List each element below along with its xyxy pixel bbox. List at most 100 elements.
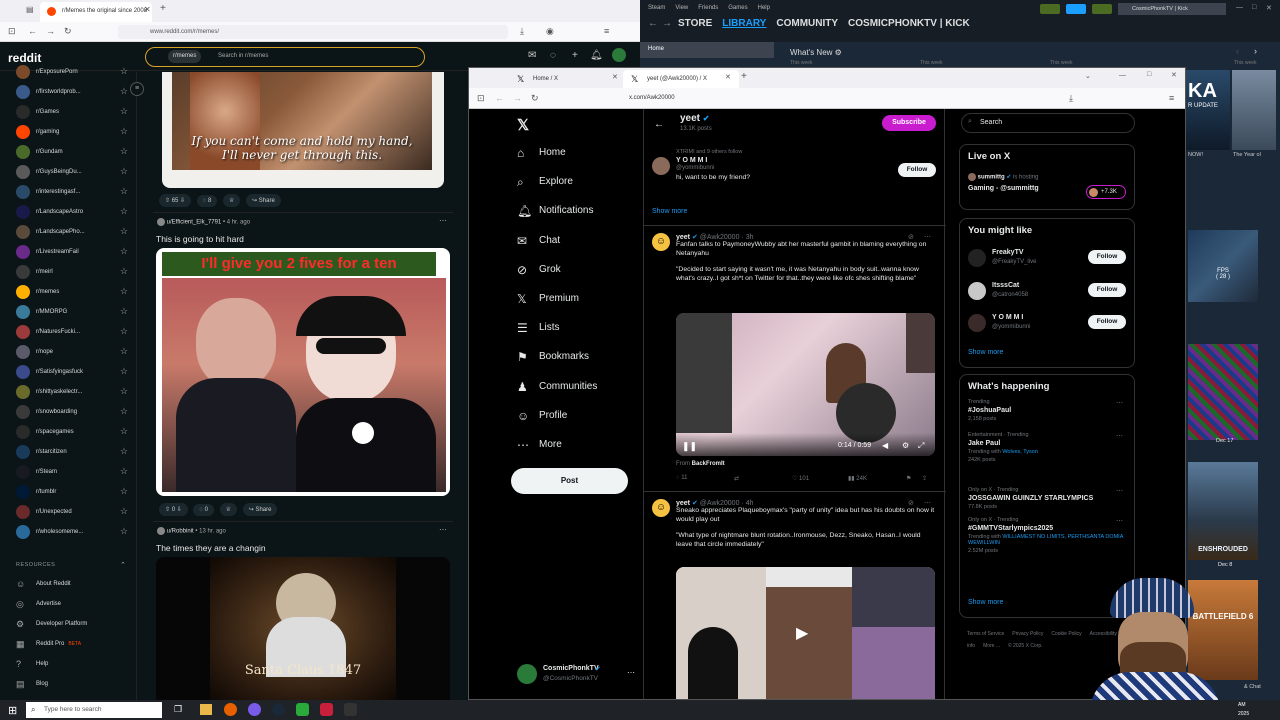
sidebar-item-subreddit[interactable]: r/NaturesFucki... ☆	[16, 325, 128, 339]
show-more-link[interactable]: Show more	[968, 349, 1003, 356]
favorite-star-icon[interactable]: ☆	[120, 66, 128, 77]
sidebar-toggle-icon[interactable]: ⊡	[8, 26, 16, 37]
show-more-link[interactable]: Show more	[968, 599, 1003, 606]
download-icon[interactable]: ⤓	[520, 26, 524, 37]
favorite-star-icon[interactable]: ☆	[120, 126, 128, 137]
favorite-star-icon[interactable]: ☆	[120, 346, 128, 357]
library-home-button[interactable]: Home	[640, 42, 774, 58]
pause-icon[interactable]: ❚❚	[682, 441, 697, 452]
fullscreen-icon[interactable]: ⤢	[918, 441, 924, 451]
minimize-icon[interactable]: —	[1236, 4, 1243, 11]
sidebar-item-subreddit[interactable]: r/Satisfyingasfuck ☆	[16, 365, 128, 379]
post-title[interactable]: This is going to hit hard	[156, 234, 244, 244]
sidebar-item-subreddit[interactable]: r/snowboarding ☆	[16, 405, 128, 419]
nav-chat[interactable]: ✉ Chat	[517, 233, 560, 251]
favorite-star-icon[interactable]: ☆	[120, 466, 128, 477]
trend-item[interactable]: Only on X · Trending #GMMTVStarlympics202…	[968, 517, 1128, 554]
favorite-star-icon[interactable]: ☆	[120, 286, 128, 297]
close-tab-icon[interactable]: ✕	[725, 73, 731, 81]
sidebar-item-subreddit[interactable]: r/Unexpected ☆	[16, 505, 128, 519]
close-icon[interactable]: ✕	[1266, 4, 1272, 12]
tweet[interactable]: ☺ yeet ✔ @Awk20000 · 4h ⊘ ⋯ Sneako appre…	[652, 499, 942, 549]
sidebar-item-subreddit[interactable]: r/ExposurePorn ☆	[16, 65, 128, 79]
sidebar-item-subreddit[interactable]: r/nope ☆	[16, 345, 128, 359]
maximize-icon[interactable]: □	[1252, 4, 1256, 11]
follow-button[interactable]: Follow	[1088, 250, 1126, 264]
app-icon[interactable]	[320, 703, 333, 716]
post-image[interactable]: I'll give you 2 fives for a ten	[156, 248, 450, 496]
prev-icon[interactable]: ‹	[1236, 46, 1239, 56]
reload-icon[interactable]: ↻	[64, 26, 72, 37]
game-tile[interactable]	[1232, 70, 1276, 150]
live-space-title[interactable]: Gaming - @summittg	[968, 185, 1039, 192]
notifications-icon[interactable]: 🔔︎	[590, 50, 603, 61]
file-explorer-icon[interactable]	[200, 704, 212, 715]
bookmark-icon[interactable]: ⚑	[906, 475, 911, 482]
follow-button[interactable]: Follow	[898, 163, 936, 177]
taskbar-clock[interactable]: AM	[1238, 702, 1246, 708]
comments-button[interactable]: ◌ 8	[196, 195, 218, 207]
menu-icon[interactable]: ≡	[1169, 93, 1174, 103]
menu-icon[interactable]: ≡	[604, 26, 609, 36]
new-tab-icon[interactable]: +	[160, 3, 166, 14]
listener-count[interactable]: +7.3K	[1086, 185, 1126, 199]
sidebar-item-subreddit[interactable]: r/shittyaskelectr... ☆	[16, 385, 128, 399]
post-image[interactable]: If you can't come and hold my hand, I'll…	[162, 72, 444, 188]
favorite-star-icon[interactable]: ☆	[120, 486, 128, 497]
sidebar-item-subreddit[interactable]: r/spacegames ☆	[16, 425, 128, 439]
sidebar-item-subreddit[interactable]: r/meirl ☆	[16, 265, 128, 279]
like-button[interactable]: ♡ 101	[792, 475, 809, 482]
favorite-star-icon[interactable]: ☆	[120, 266, 128, 277]
favorite-star-icon[interactable]: ☆	[120, 86, 128, 97]
more-icon[interactable]: ⋯	[627, 668, 635, 677]
tweet-video[interactable]: ▶	[676, 567, 935, 699]
x-search-input[interactable]: ⌕ Search	[961, 113, 1135, 133]
more-icon[interactable]: ⋯	[1116, 487, 1123, 495]
reddit-url-bar[interactable]: www.reddit.com/r/memes/	[118, 25, 508, 39]
favorite-star-icon[interactable]: ☆	[120, 146, 128, 157]
sidebar-item-subreddit[interactable]: r/Steam ☆	[16, 465, 128, 479]
footer-link[interactable]: More ...	[983, 643, 1000, 649]
browser-icon[interactable]	[248, 703, 261, 716]
game-tile[interactable]: ENSHROUDED	[1188, 462, 1258, 560]
more-icon[interactable]: ⋯	[1116, 432, 1123, 440]
favorite-star-icon[interactable]: ☆	[120, 326, 128, 337]
volume-icon[interactable]: ◀	[882, 441, 888, 450]
forward-icon[interactable]: →	[46, 26, 55, 36]
steam-menu-item[interactable]: View	[675, 5, 688, 11]
task-view-icon[interactable]: ❐	[174, 704, 182, 715]
post-menu-icon[interactable]: ⋯	[439, 525, 447, 534]
grok-icon[interactable]: ⊘	[908, 233, 914, 241]
account-button[interactable]: CosmicPhonkTV | Kick	[1118, 3, 1226, 15]
more-icon[interactable]: ⋯	[924, 233, 931, 241]
resource-link[interactable]: ⚙ Developer Platform	[16, 619, 87, 629]
trending-with-tags[interactable]: Wolves, Tyson	[1002, 449, 1038, 455]
follow-button[interactable]: Follow	[1088, 315, 1126, 329]
post-author[interactable]: u/Efficient_Elk_7791 • 4 hr. ago	[157, 218, 250, 226]
account-switcher[interactable]: CosmicPhonkTV ✔ @CosmicPhonkTV ⋯	[517, 664, 637, 686]
favorite-star-icon[interactable]: ☆	[120, 526, 128, 537]
x-profile-tab[interactable]: 𝕏 yeet (@Awk20000) / X	[623, 70, 739, 88]
next-icon[interactable]: ›	[1254, 46, 1257, 56]
comments-button[interactable]: ◌ 0	[193, 504, 214, 516]
avatar[interactable]	[612, 48, 626, 62]
steam-nav-1[interactable]: LIBRARY	[722, 18, 766, 29]
suggested-user[interactable]: ItsssCat @catron4058 Follow	[968, 280, 1128, 304]
nav-profile[interactable]: ☺ Profile	[517, 408, 567, 426]
tab-list-icon[interactable]: ▤	[26, 5, 34, 14]
share-icon[interactable]: ⇪	[922, 475, 927, 482]
subscribe-button[interactable]: Subscribe	[882, 115, 936, 131]
favorite-star-icon[interactable]: ☆	[120, 206, 128, 217]
notification-icon[interactable]	[1040, 4, 1060, 14]
play-icon[interactable]: ▶	[796, 623, 808, 643]
steam-nav-2[interactable]: COMMUNITY	[776, 18, 838, 29]
retweet-button[interactable]: ⇄	[734, 475, 739, 482]
sidebar-item-subreddit[interactable]: r/tumblr ☆	[16, 485, 128, 499]
favorite-star-icon[interactable]: ☆	[120, 386, 128, 397]
steam-menu-item[interactable]: Steam	[648, 5, 665, 11]
footer-link[interactable]: Cookie Policy	[1051, 631, 1081, 637]
more-icon[interactable]: ⋯	[1116, 399, 1123, 407]
maximize-icon[interactable]: □	[1147, 71, 1151, 78]
chevron-down-icon[interactable]: ⌄	[1085, 72, 1091, 80]
vote-control[interactable]: ⇧ 65 ⇩	[159, 194, 192, 207]
